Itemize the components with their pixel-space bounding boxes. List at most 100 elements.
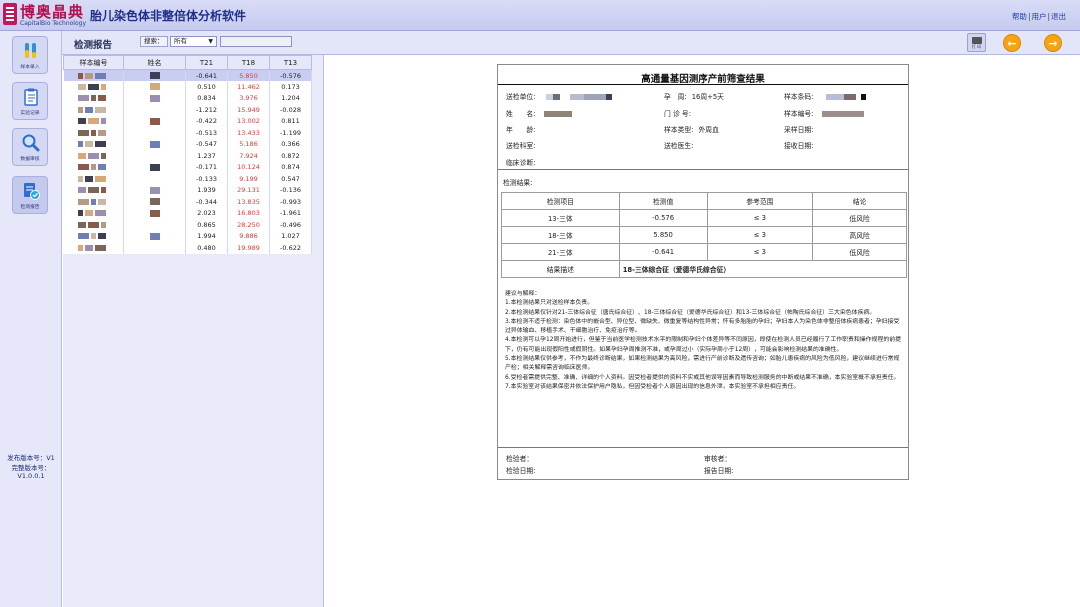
table-row[interactable]: 1.994 9.886 1.027 <box>63 230 312 242</box>
search-scope-value: 所有 <box>174 37 187 45</box>
t18-cell: 13.433 <box>227 127 270 139</box>
table-row[interactable]: 2.023 16.803 -1.961 <box>63 207 312 219</box>
gestation-value: 16周+5天 <box>691 93 724 101</box>
print-button[interactable]: 打 印 <box>967 33 986 52</box>
column-header-t18[interactable]: T18 <box>227 55 270 70</box>
app-title: 胎儿染色体非整倍体分析软件 <box>90 9 247 23</box>
table-row[interactable]: 0.865 28.250 -0.496 <box>63 219 312 231</box>
sample-no-label: 样本编号: <box>784 110 814 118</box>
redacted-block <box>85 244 94 251</box>
next-button[interactable]: → <box>1044 34 1062 52</box>
table-row[interactable]: 0.834 3.976 1.204 <box>63 92 312 104</box>
t13-cell: -0.496 <box>269 219 312 231</box>
search-scope-select[interactable]: 所有 ▼ <box>170 36 217 47</box>
name-field: 姓 名: <box>506 108 572 118</box>
t13-cell: -1.199 <box>269 127 312 139</box>
user-link[interactable]: 用户 <box>1031 12 1046 21</box>
redacted-block <box>95 175 107 182</box>
dept-label: 送检科室: <box>506 142 536 150</box>
redacted-block <box>149 94 160 102</box>
redacted-block <box>78 221 87 228</box>
t13-cell: 0.872 <box>269 150 312 162</box>
t13-cell: 0.173 <box>269 81 312 93</box>
name-cell <box>123 150 186 162</box>
top-links: 帮助|用户|退出 <box>1011 12 1066 21</box>
table-row[interactable]: -0.171 10.124 0.874 <box>63 161 312 173</box>
name-cell <box>123 69 186 81</box>
redacted-block <box>91 129 97 136</box>
redacted-block <box>543 111 572 117</box>
column-header-t21[interactable]: T21 <box>185 55 228 70</box>
barcode-label: 样本条码: <box>784 93 814 101</box>
t21-cell: 0.480 <box>185 242 228 254</box>
t21-cell: -0.422 <box>185 115 228 127</box>
result-desc-label: 结果描述 <box>501 260 620 278</box>
sample-id-cell <box>63 173 124 185</box>
redacted-block <box>98 233 107 240</box>
column-header-sample-id[interactable]: 样本编号 <box>63 55 124 70</box>
redacted-block <box>88 221 100 228</box>
column-header-t13[interactable]: T13 <box>269 55 312 70</box>
name-label: 姓 名: <box>506 110 536 118</box>
table-row[interactable]: 0.480 19.989 -0.622 <box>63 242 312 254</box>
table-row[interactable]: -0.547 5.186 0.366 <box>63 138 312 150</box>
sample-id-cell <box>63 81 124 93</box>
table-row[interactable]: -0.422 13.002 0.811 <box>63 115 312 127</box>
logout-link[interactable]: 退出 <box>1051 12 1066 21</box>
table-row[interactable]: -0.641 5.850 -0.576 <box>63 69 312 81</box>
redacted-block <box>78 164 90 171</box>
redacted-block <box>91 164 97 171</box>
t18-cell: 15.949 <box>227 104 270 116</box>
t18-cell: 5.186 <box>227 138 270 150</box>
redacted-block <box>78 129 90 136</box>
redacted-block <box>149 83 160 91</box>
table-row[interactable]: 0.510 11.462 0.173 <box>63 81 312 93</box>
result-conclusion: 高风险 <box>812 226 907 244</box>
column-header-name[interactable]: 姓名 <box>123 55 186 70</box>
sample-id-cell <box>63 104 124 116</box>
name-cell <box>123 104 186 116</box>
result-table: 检测项目 检测值 参考范围 结论 13-三体 -0.576 ≤ 3 低风险 18… <box>501 192 908 278</box>
redacted-block <box>88 118 100 125</box>
table-row[interactable]: 1.237 7.924 0.872 <box>63 150 312 162</box>
redacted-block <box>552 94 560 100</box>
redacted-block <box>85 141 94 148</box>
release-version: 发布版本号：V1 <box>7 454 55 462</box>
redacted-block <box>149 198 160 206</box>
redacted-block <box>88 187 100 194</box>
logo-subtext: CapitalBio Technology <box>20 20 87 27</box>
t18-cell: 9.199 <box>227 173 270 185</box>
t13-cell: 1.204 <box>269 92 312 104</box>
name-cell <box>123 219 186 231</box>
table-row[interactable]: 1.939 29.131 -0.136 <box>63 184 312 196</box>
sample-list-panel: 样本编号 姓名 T21 T18 T13 -0.641 5.850 -0.576 0.5… <box>63 55 324 607</box>
table-row[interactable]: -1.212 15.949 -0.028 <box>63 104 312 116</box>
redacted-block <box>78 83 87 90</box>
t18-cell: 19.989 <box>227 242 270 254</box>
result-item: 18-三体 <box>501 226 620 244</box>
redacted-block <box>101 221 107 228</box>
t18-cell: 11.462 <box>227 81 270 93</box>
help-link[interactable]: 帮助 <box>1012 12 1027 21</box>
t18-cell: 7.924 <box>227 150 270 162</box>
table-row[interactable]: -0.344 13.835 -0.993 <box>63 196 312 208</box>
search-input[interactable] <box>220 36 292 47</box>
result-range: ≤ 3 <box>706 226 814 244</box>
gestation-label: 孕 周: <box>664 93 687 101</box>
sample-id-cell <box>63 150 124 162</box>
sidebar-item-experiment-record[interactable]: 实验记录 <box>12 82 48 120</box>
redacted-block <box>88 83 100 90</box>
table-row[interactable]: -0.513 13.433 -1.199 <box>63 127 312 139</box>
redacted-block <box>860 94 866 100</box>
sidebar-item-data-review[interactable]: 数据审核 <box>12 128 48 166</box>
redacted-block <box>78 187 87 194</box>
sidebar: 样本录入 实验记录 数据审核 检测报告 发布版本号：V1 完整版本号： V1.0… <box>0 31 62 607</box>
t18-cell: 3.976 <box>227 92 270 104</box>
sidebar-item-label: 样本录入 <box>20 65 40 70</box>
redacted-block <box>98 129 107 136</box>
sidebar-item-test-report[interactable]: 检测报告 <box>12 176 48 214</box>
table-row[interactable]: -0.133 9.199 0.547 <box>63 173 312 185</box>
sidebar-item-sample-entry[interactable]: 样本录入 <box>12 36 48 74</box>
prev-button[interactable]: ← <box>1003 34 1021 52</box>
sample-type-field: 样本类型: 外周血 <box>664 124 719 134</box>
